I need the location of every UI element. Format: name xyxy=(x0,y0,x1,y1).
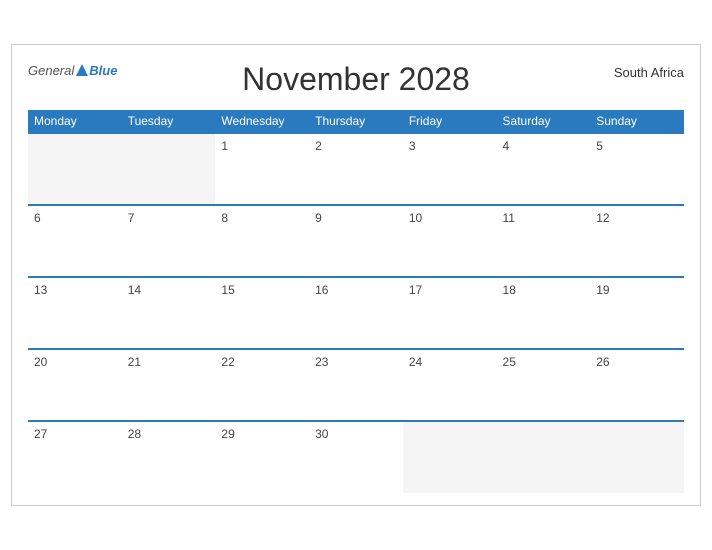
calendar-tbody: 1234567891011121314151617181920212223242… xyxy=(28,133,684,493)
logo: General Blue xyxy=(28,61,117,79)
calendar-day-cell: 29 xyxy=(215,421,309,493)
calendar-day-cell: 23 xyxy=(309,349,403,421)
day-number: 11 xyxy=(503,211,585,225)
calendar-day-cell: 24 xyxy=(403,349,497,421)
calendar-day-cell: 13 xyxy=(28,277,122,349)
calendar-day-cell: 2 xyxy=(309,133,403,205)
day-number: 30 xyxy=(315,427,397,441)
day-number: 22 xyxy=(221,355,303,369)
day-number: 4 xyxy=(503,139,585,153)
calendar-day-cell: 1 xyxy=(215,133,309,205)
day-number: 10 xyxy=(409,211,491,225)
calendar-title: November 2028 xyxy=(242,61,470,98)
weekday-header: Thursday xyxy=(309,110,403,133)
day-number: 16 xyxy=(315,283,397,297)
day-number: 18 xyxy=(503,283,585,297)
calendar-day-cell: 8 xyxy=(215,205,309,277)
day-number: 5 xyxy=(596,139,678,153)
day-number: 6 xyxy=(34,211,116,225)
calendar-day-cell: 12 xyxy=(590,205,684,277)
calendar-week-row: 27 28 29 30 xyxy=(28,421,684,493)
day-number: 28 xyxy=(128,427,210,441)
calendar-day-cell: 14 xyxy=(122,277,216,349)
day-number: 17 xyxy=(409,283,491,297)
weekday-header-row: MondayTuesdayWednesdayThursdayFridaySatu… xyxy=(28,110,684,133)
calendar-grid: MondayTuesdayWednesdayThursdayFridaySatu… xyxy=(28,110,684,493)
calendar-day-cell xyxy=(590,421,684,493)
day-number: 26 xyxy=(596,355,678,369)
calendar-day-cell: 27 xyxy=(28,421,122,493)
calendar-day-cell: 9 xyxy=(309,205,403,277)
calendar-day-cell: 3 xyxy=(403,133,497,205)
calendar-day-cell: 26 xyxy=(590,349,684,421)
day-number: 9 xyxy=(315,211,397,225)
day-number: 25 xyxy=(503,355,585,369)
day-number: 12 xyxy=(596,211,678,225)
weekday-header: Sunday xyxy=(590,110,684,133)
day-number: 21 xyxy=(128,355,210,369)
calendar-day-cell xyxy=(122,133,216,205)
day-number: 8 xyxy=(221,211,303,225)
calendar-day-cell: 20 xyxy=(28,349,122,421)
weekday-header: Tuesday xyxy=(122,110,216,133)
day-number: 14 xyxy=(128,283,210,297)
calendar-day-cell: 5 xyxy=(590,133,684,205)
weekday-header: Monday xyxy=(28,110,122,133)
calendar-day-cell: 21 xyxy=(122,349,216,421)
country-label: South Africa xyxy=(614,65,684,80)
calendar-day-cell xyxy=(497,421,591,493)
calendar-day-cell: 22 xyxy=(215,349,309,421)
day-number: 7 xyxy=(128,211,210,225)
calendar-day-cell: 6 xyxy=(28,205,122,277)
day-number: 15 xyxy=(221,283,303,297)
day-number: 13 xyxy=(34,283,116,297)
calendar-day-cell: 15 xyxy=(215,277,309,349)
day-number: 24 xyxy=(409,355,491,369)
day-number: 20 xyxy=(34,355,116,369)
calendar-week-row: 13 14 15 16 17 18 19 xyxy=(28,277,684,349)
calendar-header: General Blue November 2028 South Africa xyxy=(28,61,684,98)
calendar-day-cell: 16 xyxy=(309,277,403,349)
day-number: 1 xyxy=(221,139,303,153)
logo-general-text: General xyxy=(28,63,74,78)
calendar-day-cell xyxy=(403,421,497,493)
day-number: 27 xyxy=(34,427,116,441)
calendar-thead: MondayTuesdayWednesdayThursdayFridaySatu… xyxy=(28,110,684,133)
weekday-header: Saturday xyxy=(497,110,591,133)
calendar-week-row: 20 21 22 23 24 25 26 xyxy=(28,349,684,421)
day-number: 2 xyxy=(315,139,397,153)
calendar-day-cell: 7 xyxy=(122,205,216,277)
weekday-header: Wednesday xyxy=(215,110,309,133)
calendar-day-cell: 18 xyxy=(497,277,591,349)
calendar-week-row: 6789 10 11 12 xyxy=(28,205,684,277)
day-number: 23 xyxy=(315,355,397,369)
weekday-header: Friday xyxy=(403,110,497,133)
logo-icon xyxy=(75,63,89,77)
day-number: 19 xyxy=(596,283,678,297)
calendar-week-row: 12345 xyxy=(28,133,684,205)
calendar-day-cell xyxy=(28,133,122,205)
calendar-day-cell: 28 xyxy=(122,421,216,493)
calendar-day-cell: 11 xyxy=(497,205,591,277)
day-number: 29 xyxy=(221,427,303,441)
calendar-day-cell: 10 xyxy=(403,205,497,277)
calendar-day-cell: 17 xyxy=(403,277,497,349)
calendar-day-cell: 30 xyxy=(309,421,403,493)
calendar-day-cell: 4 xyxy=(497,133,591,205)
calendar-day-cell: 19 xyxy=(590,277,684,349)
calendar-container: General Blue November 2028 South Africa … xyxy=(11,44,701,506)
day-number: 3 xyxy=(409,139,491,153)
logo-blue-text: Blue xyxy=(89,63,117,78)
calendar-day-cell: 25 xyxy=(497,349,591,421)
